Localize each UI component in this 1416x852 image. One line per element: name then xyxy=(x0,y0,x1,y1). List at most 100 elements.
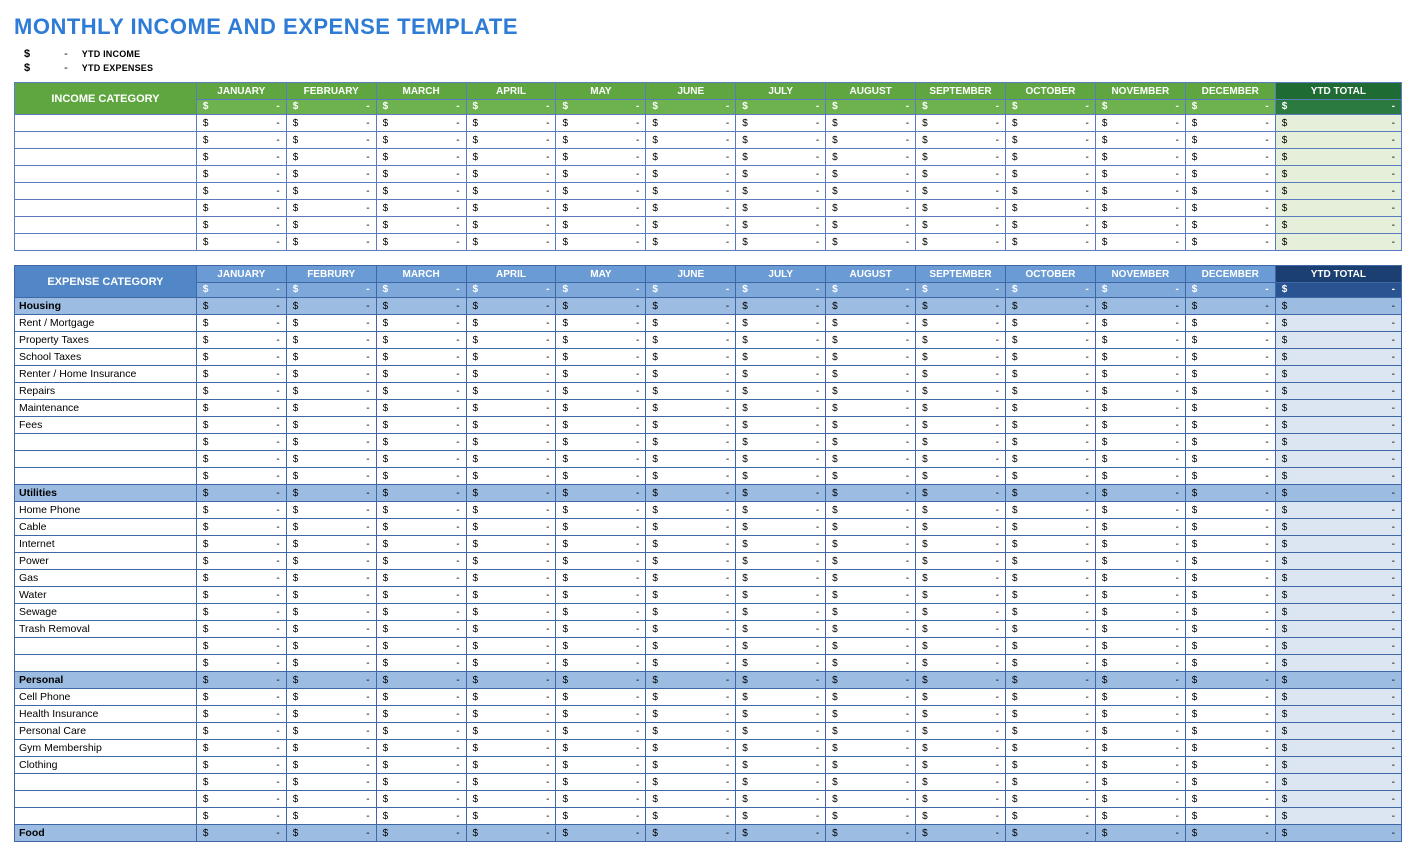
expense-month-cell[interactable]: $- xyxy=(646,553,736,570)
expense-month-cell[interactable]: $- xyxy=(736,604,826,621)
expense-month-cell[interactable]: $- xyxy=(286,723,376,740)
income-month-cell[interactable]: $- xyxy=(646,115,736,132)
income-month-cell[interactable]: $- xyxy=(1185,132,1275,149)
expense-month-cell[interactable]: $- xyxy=(646,791,736,808)
income-month-cell[interactable]: $- xyxy=(556,115,646,132)
expense-month-cell[interactable]: $- xyxy=(376,349,466,366)
income-month-cell[interactable]: $- xyxy=(1185,200,1275,217)
expense-section-month-cell[interactable]: $- xyxy=(646,825,736,842)
income-month-cell[interactable]: $- xyxy=(1185,217,1275,234)
expense-month-cell[interactable]: $- xyxy=(646,332,736,349)
income-category-cell[interactable] xyxy=(15,200,197,217)
expense-month-cell[interactable]: $- xyxy=(556,638,646,655)
expense-section-month-cell[interactable]: $- xyxy=(1005,672,1095,689)
expense-month-cell[interactable]: $- xyxy=(826,587,916,604)
expense-month-cell[interactable]: $- xyxy=(1185,519,1275,536)
expense-month-cell[interactable]: $- xyxy=(826,621,916,638)
expense-category-cell[interactable]: Clothing xyxy=(15,757,197,774)
income-category-cell[interactable] xyxy=(15,115,197,132)
expense-ytd-cell[interactable]: $- xyxy=(1275,502,1401,519)
expense-month-cell[interactable]: $- xyxy=(1005,723,1095,740)
expense-month-cell[interactable]: $- xyxy=(466,553,556,570)
expense-month-cell[interactable]: $- xyxy=(556,621,646,638)
expense-section-month-cell[interactable]: $- xyxy=(826,825,916,842)
expense-category-cell[interactable] xyxy=(15,468,197,485)
expense-month-cell[interactable]: $- xyxy=(916,689,1006,706)
expense-month-cell[interactable]: $- xyxy=(376,502,466,519)
income-month-cell[interactable]: $- xyxy=(916,217,1006,234)
expense-month-cell[interactable]: $- xyxy=(736,451,826,468)
expense-month-cell[interactable]: $- xyxy=(826,604,916,621)
expense-month-cell[interactable]: $- xyxy=(736,740,826,757)
expense-month-cell[interactable]: $- xyxy=(826,434,916,451)
income-month-cell[interactable]: $- xyxy=(286,200,376,217)
expense-month-cell[interactable]: $- xyxy=(196,502,286,519)
expense-month-cell[interactable]: $- xyxy=(826,400,916,417)
expense-category-cell[interactable]: Health Insurance xyxy=(15,706,197,723)
expense-month-cell[interactable]: $- xyxy=(196,332,286,349)
expense-month-cell[interactable]: $- xyxy=(826,757,916,774)
expense-category-cell[interactable]: Repairs xyxy=(15,383,197,400)
expense-month-cell[interactable]: $- xyxy=(196,451,286,468)
income-category-cell[interactable] xyxy=(15,183,197,200)
expense-month-cell[interactable]: $- xyxy=(556,400,646,417)
expense-ytd-cell[interactable]: $- xyxy=(1275,689,1401,706)
expense-ytd-cell[interactable]: $- xyxy=(1275,757,1401,774)
expense-month-cell[interactable]: $- xyxy=(376,723,466,740)
expense-month-cell[interactable]: $- xyxy=(466,570,556,587)
expense-category-cell[interactable]: Water xyxy=(15,587,197,604)
expense-month-cell[interactable]: $- xyxy=(466,723,556,740)
expense-month-cell[interactable]: $- xyxy=(736,536,826,553)
expense-ytd-cell[interactable]: $- xyxy=(1275,723,1401,740)
expense-section-month-cell[interactable]: $- xyxy=(1095,298,1185,315)
expense-month-cell[interactable]: $- xyxy=(556,706,646,723)
expense-month-cell[interactable]: $- xyxy=(196,604,286,621)
income-ytd-cell[interactable]: $- xyxy=(1275,234,1401,251)
expense-month-cell[interactable]: $- xyxy=(1005,774,1095,791)
expense-month-cell[interactable]: $- xyxy=(286,587,376,604)
expense-month-cell[interactable]: $- xyxy=(376,570,466,587)
expense-month-cell[interactable]: $- xyxy=(916,655,1006,672)
expense-ytd-cell[interactable]: $- xyxy=(1275,791,1401,808)
expense-month-cell[interactable]: $- xyxy=(916,638,1006,655)
expense-month-cell[interactable]: $- xyxy=(286,808,376,825)
expense-section-month-cell[interactable]: $- xyxy=(556,672,646,689)
expense-month-cell[interactable]: $- xyxy=(286,638,376,655)
income-month-cell[interactable]: $- xyxy=(826,183,916,200)
expense-month-cell[interactable]: $- xyxy=(556,740,646,757)
income-month-cell[interactable]: $- xyxy=(1095,234,1185,251)
expense-section-month-cell[interactable]: $- xyxy=(556,298,646,315)
expense-section-month-cell[interactable]: $- xyxy=(196,672,286,689)
expense-month-cell[interactable]: $- xyxy=(286,519,376,536)
expense-month-cell[interactable]: $- xyxy=(646,689,736,706)
expense-month-cell[interactable]: $- xyxy=(286,383,376,400)
expense-month-cell[interactable]: $- xyxy=(376,587,466,604)
income-month-cell[interactable]: $- xyxy=(376,183,466,200)
expense-month-cell[interactable]: $- xyxy=(286,502,376,519)
income-month-cell[interactable]: $- xyxy=(556,149,646,166)
expense-ytd-cell[interactable]: $- xyxy=(1275,519,1401,536)
expense-month-cell[interactable]: $- xyxy=(736,774,826,791)
income-month-cell[interactable]: $- xyxy=(1095,132,1185,149)
expense-month-cell[interactable]: $- xyxy=(736,757,826,774)
income-month-cell[interactable]: $- xyxy=(1185,115,1275,132)
expense-month-cell[interactable]: $- xyxy=(646,315,736,332)
expense-month-cell[interactable]: $- xyxy=(826,383,916,400)
expense-month-cell[interactable]: $- xyxy=(556,604,646,621)
expense-ytd-cell[interactable]: $- xyxy=(1275,774,1401,791)
expense-month-cell[interactable]: $- xyxy=(1095,689,1185,706)
income-month-cell[interactable]: $- xyxy=(196,183,286,200)
expense-month-cell[interactable]: $- xyxy=(286,655,376,672)
expense-section-month-cell[interactable]: $- xyxy=(736,672,826,689)
expense-month-cell[interactable]: $- xyxy=(556,468,646,485)
expense-month-cell[interactable]: $- xyxy=(286,604,376,621)
expense-month-cell[interactable]: $- xyxy=(1185,332,1275,349)
expense-month-cell[interactable]: $- xyxy=(1185,383,1275,400)
expense-month-cell[interactable]: $- xyxy=(376,468,466,485)
income-month-cell[interactable]: $- xyxy=(466,166,556,183)
expense-month-cell[interactable]: $- xyxy=(196,638,286,655)
expense-month-cell[interactable]: $- xyxy=(1185,417,1275,434)
expense-month-cell[interactable]: $- xyxy=(646,604,736,621)
expense-month-cell[interactable]: $- xyxy=(196,468,286,485)
expense-month-cell[interactable]: $- xyxy=(1185,604,1275,621)
